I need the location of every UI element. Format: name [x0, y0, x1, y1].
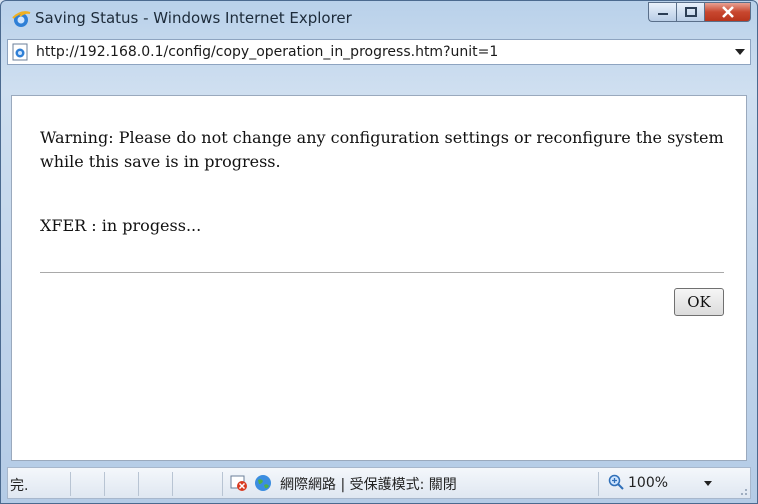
maximize-button[interactable] — [676, 2, 704, 22]
status-separator — [104, 472, 105, 496]
ie-logo-icon — [12, 11, 31, 27]
status-separator — [222, 472, 223, 496]
page-icon — [12, 43, 28, 61]
divider — [40, 272, 724, 273]
status-done-text: 完. — [10, 478, 29, 494]
resize-grip-icon[interactable] — [736, 484, 748, 496]
address-bar[interactable]: http://192.168.0.1/config/copy_operation… — [7, 39, 751, 65]
maximize-icon — [684, 7, 697, 17]
minimize-icon — [657, 13, 668, 15]
transfer-status: XFER : in progess... — [40, 216, 202, 235]
browser-window: Saving Status - Windows Internet Explore… — [0, 0, 758, 504]
close-icon — [721, 6, 734, 18]
warning-message: Warning: Please do not change any config… — [40, 128, 724, 171]
address-text[interactable]: http://192.168.0.1/config/copy_operation… — [36, 44, 498, 60]
page-content: Warning: Please do not change any config… — [11, 95, 747, 461]
popup-blocked-icon[interactable] — [230, 474, 248, 492]
internet-zone-icon[interactable] — [254, 474, 272, 492]
zoom-level[interactable]: 100% — [628, 475, 668, 491]
title-bar[interactable]: Saving Status - Windows Internet Explore… — [1, 1, 757, 37]
zoom-icon[interactable] — [608, 474, 624, 490]
caption-buttons — [648, 2, 751, 22]
minimize-button[interactable] — [648, 2, 676, 22]
close-button[interactable] — [704, 2, 751, 22]
ok-button[interactable]: OK — [674, 288, 724, 316]
status-separator — [598, 472, 599, 496]
security-zone-text[interactable]: 網際網路 | 受保護模式: 關閉 — [280, 474, 457, 494]
status-separator — [172, 472, 173, 496]
address-dropdown-icon[interactable] — [735, 49, 745, 55]
status-separator — [70, 472, 71, 496]
status-separator — [138, 472, 139, 496]
window-title: Saving Status - Windows Internet Explore… — [35, 9, 352, 27]
status-bar: 完. 網際網路 | 受保護模式: 關閉 100% — [7, 467, 751, 499]
zoom-dropdown-icon[interactable] — [704, 481, 712, 486]
